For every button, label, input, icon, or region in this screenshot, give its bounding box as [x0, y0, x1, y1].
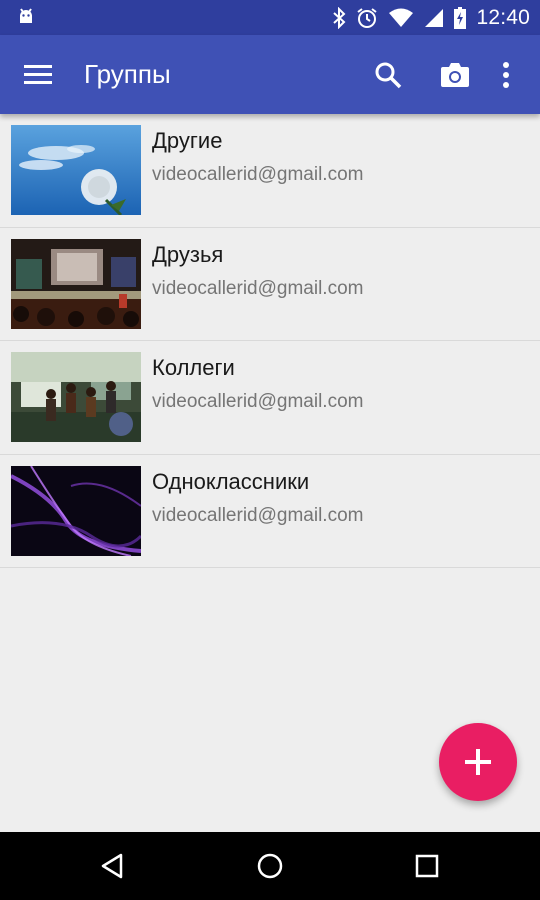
group-thumbnail: [11, 352, 141, 442]
group-name: Другие: [152, 128, 223, 153]
search-button[interactable]: [368, 55, 408, 95]
list-item[interactable]: Коллеги videocallerid@gmail.com: [0, 341, 540, 455]
back-button[interactable]: [92, 846, 132, 886]
group-email: videocallerid@gmail.com: [152, 391, 364, 412]
list-item[interactable]: Одноклассники videocallerid@gmail.com: [0, 455, 540, 568]
group-email: videocallerid@gmail.com: [152, 164, 364, 185]
recents-button[interactable]: [407, 846, 447, 886]
group-email: videocallerid@gmail.com: [152, 277, 364, 299]
wifi-icon: [389, 8, 414, 27]
group-list: Другие videocallerid@gmail.com Друзья vi: [0, 114, 540, 568]
status-bar: 12:40: [0, 0, 540, 35]
status-time: 12:40: [476, 5, 530, 29]
more-vert-icon: [503, 62, 509, 88]
group-name: Друзья: [152, 241, 224, 267]
android-debug-icon: [20, 8, 32, 23]
camera-icon: [441, 63, 469, 87]
menu-icon: [24, 65, 52, 84]
recents-icon: [415, 854, 439, 878]
add-group-button[interactable]: [439, 723, 517, 801]
navigation-bar: [0, 832, 540, 900]
back-icon: [101, 853, 123, 879]
group-name: Одноклассники: [152, 468, 310, 494]
bluetooth-icon: [333, 6, 346, 29]
search-icon: [375, 62, 402, 89]
home-button[interactable]: [250, 846, 290, 886]
home-icon: [257, 853, 283, 879]
battery-icon: [454, 6, 467, 29]
group-thumbnail: [11, 125, 141, 215]
signal-icon: [425, 8, 444, 27]
menu-button[interactable]: [22, 57, 58, 93]
group-thumbnail: [11, 465, 141, 556]
alarm-icon: [357, 7, 378, 28]
group-email: videocallerid@gmail.com: [152, 504, 364, 526]
list-item[interactable]: Другие videocallerid@gmail.com: [0, 114, 540, 228]
more-options-button[interactable]: [486, 55, 526, 95]
list-item[interactable]: Друзья videocallerid@gmail.com: [0, 228, 540, 341]
camera-button[interactable]: [435, 55, 475, 95]
page-title: Группы: [84, 59, 171, 89]
app-toolbar: Группы: [0, 35, 540, 114]
group-name: Коллеги: [152, 355, 235, 380]
group-thumbnail: [11, 238, 141, 329]
plus-icon: [465, 749, 491, 775]
